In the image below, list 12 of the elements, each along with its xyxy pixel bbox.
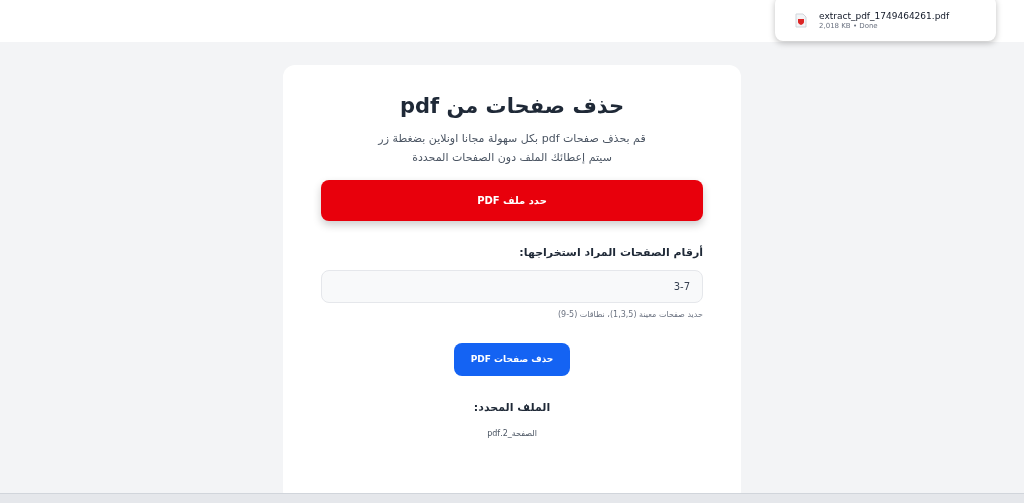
description-line: قم بحذف صفحات pdf بكل سهولة مجانا اونلاين بضغطة زر bbox=[378, 131, 646, 148]
pages-label: أرقام الصفحات المراد استخراجها: bbox=[519, 245, 703, 262]
pages-hint: حديد صفحات معينة (1,3,5)، نطاقات (5-9) bbox=[557, 308, 703, 321]
description-line: سيتم إعطائك الملف دون الصفحات المحددة bbox=[412, 150, 612, 167]
pages-input[interactable]: 3-7 bbox=[321, 269, 703, 303]
delete-pages-button[interactable]: حذف صفحات PDF bbox=[454, 342, 570, 376]
selected-filename: الصفحة_2.pdf bbox=[487, 428, 537, 441]
download-filename[interactable]: extract_pdf_1749464261.pdf bbox=[819, 10, 950, 22]
pdf-file-icon bbox=[795, 13, 807, 28]
page-title: حذف صفحات من pdf bbox=[399, 93, 625, 120]
select-file-button[interactable]: حدد ملف PDF bbox=[321, 180, 703, 222]
selected-file-label: الملف المحدد: bbox=[473, 399, 551, 416]
